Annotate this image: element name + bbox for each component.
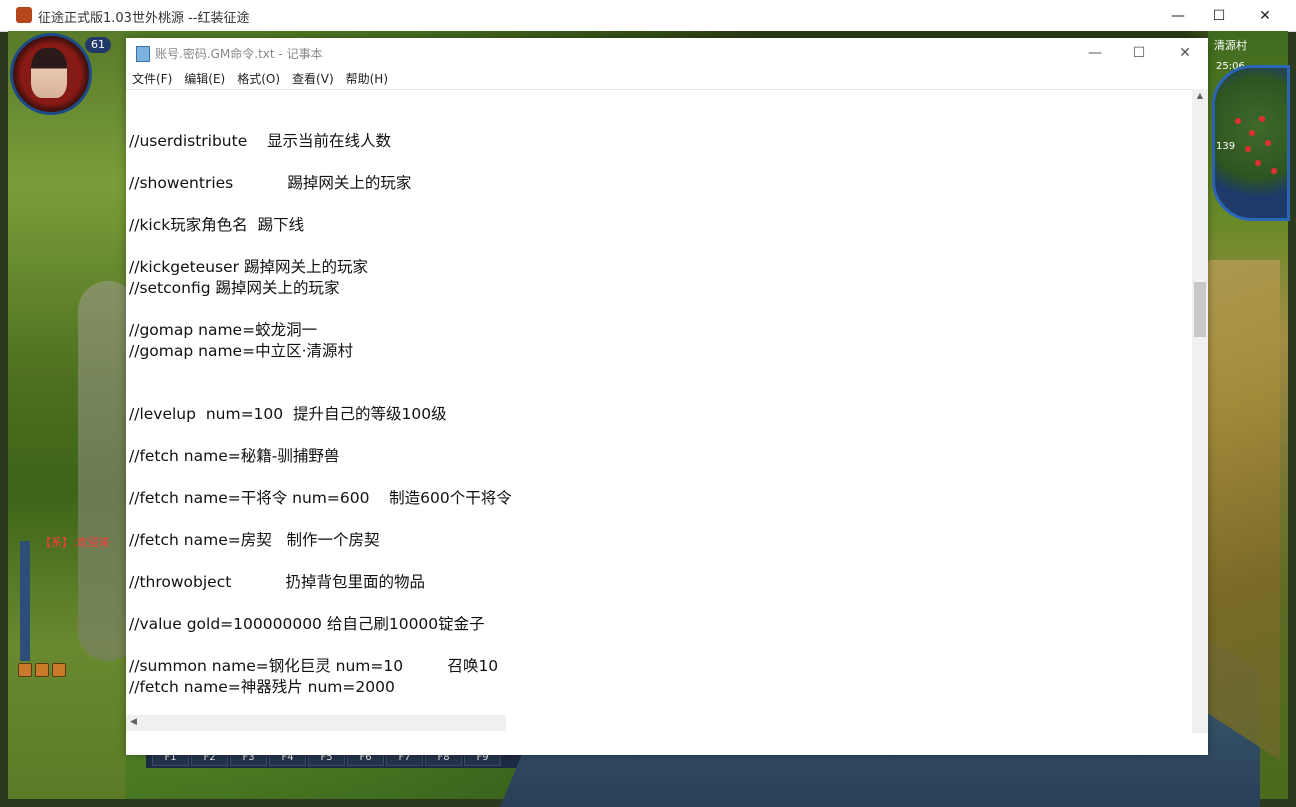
- chat-bubble-icon[interactable]: [52, 663, 66, 677]
- menu-edit[interactable]: 编辑(E): [178, 67, 231, 89]
- notepad-text-area[interactable]: //userdistribute 显示当前在线人数 //showentries …: [126, 89, 1192, 730]
- notepad-title-bar: 账号.密码.GM命令.txt - 记事本 — ☐ ✕: [126, 38, 1208, 67]
- notepad-title: 账号.密码.GM命令.txt - 记事本: [155, 47, 323, 61]
- text-line: [129, 299, 512, 320]
- notepad-minimize-button[interactable]: —: [1072, 38, 1118, 67]
- text-line: //kickgeteuser 踢掉网关上的玩家: [129, 258, 368, 276]
- chat-buttons: [18, 663, 66, 677]
- outer-close-button[interactable]: ✕: [1242, 0, 1288, 31]
- text-line: //fetch name=秘籍-驯捕野兽: [129, 447, 340, 465]
- text-line: [129, 635, 512, 656]
- outer-title-bar: 征途正式版1.03世外桃源 --红装征途 — ☐ ✕: [0, 0, 1296, 32]
- text-line: //fetch name=房契 制作一个房契: [129, 531, 380, 549]
- text-line: [129, 425, 512, 446]
- scroll-left-arrow-icon[interactable]: ◀: [130, 717, 137, 727]
- minimap-marker: [1245, 146, 1251, 152]
- notepad-vertical-scrollbar[interactable]: ▲: [1192, 89, 1208, 733]
- minimap-marker: [1271, 168, 1277, 174]
- menu-format[interactable]: 格式(O): [231, 67, 286, 89]
- menu-file[interactable]: 文件(F): [126, 67, 178, 89]
- text-line: //setconfig 踢掉网关上的玩家: [129, 279, 340, 297]
- text-line: [129, 152, 512, 173]
- text-line: //fetch name=干将令 num=600 制造600个干将令: [129, 489, 512, 507]
- text-line: [129, 110, 512, 131]
- outer-window-title: 征途正式版1.03世外桃源 --红装征途: [38, 11, 250, 26]
- game-app-icon: [16, 7, 32, 23]
- text-line: //levelup num=100 提升自己的等级100级: [129, 405, 447, 423]
- minimap-coordinate: 139: [1216, 141, 1236, 152]
- text-line: //kick玩家角色名 踢下线: [129, 216, 305, 234]
- menu-help[interactable]: 帮助(H): [340, 67, 394, 89]
- outer-maximize-button[interactable]: ☐: [1196, 0, 1242, 31]
- chat-scrollbar[interactable]: [20, 541, 30, 661]
- minimap-marker: [1259, 116, 1265, 122]
- minimap-marker: [1265, 140, 1271, 146]
- notepad-window: 账号.密码.GM命令.txt - 记事本 — ☐ ✕ 文件(F) 编辑(E) 格…: [126, 38, 1208, 755]
- text-line: //value gold=100000000 给自己刷10000锭金子: [129, 615, 485, 633]
- text-line: //gomap name=中立区·清源村: [129, 342, 354, 360]
- notepad-horizontal-scrollbar[interactable]: ◀: [126, 715, 506, 731]
- notepad-maximize-button[interactable]: ☐: [1116, 38, 1162, 67]
- text-line: [129, 362, 512, 383]
- text-line: //userdistribute 显示当前在线人数: [129, 132, 391, 150]
- avatar-portrait: [31, 48, 67, 98]
- outer-minimize-button[interactable]: —: [1155, 0, 1201, 31]
- notepad-close-button[interactable]: ✕: [1162, 38, 1208, 67]
- text-line: [129, 467, 512, 488]
- text-line: //summon name=钢化巨灵 num=10 召唤10: [129, 657, 499, 675]
- text-line: //fetch name=神器残片 num=2000: [129, 678, 395, 696]
- scroll-thumb[interactable]: [1194, 282, 1206, 337]
- notepad-icon: [136, 46, 150, 62]
- text-line: //showentries 踢掉网关上的玩家: [129, 174, 412, 192]
- minimap-marker: [1235, 118, 1241, 124]
- text-line: //throwobject 扔掉背包里面的物品: [129, 573, 425, 591]
- minimap-location-name: 清源村: [1214, 39, 1247, 52]
- text-line: [129, 593, 512, 614]
- player-level-badge: 61: [85, 37, 111, 53]
- menu-view[interactable]: 查看(V): [286, 67, 340, 89]
- chat-scroll-icon[interactable]: [35, 663, 49, 677]
- text-line: //gomap name=蛟龙洞一: [129, 321, 318, 339]
- text-line: [129, 551, 512, 572]
- notepad-text-lines: //userdistribute 显示当前在线人数 //showentries …: [129, 110, 512, 730]
- text-line: [129, 236, 512, 257]
- chat-lock-icon[interactable]: [18, 663, 32, 677]
- system-chat-message: 【系】:欢迎来: [40, 536, 110, 549]
- minimap-marker: [1249, 130, 1255, 136]
- minimap-marker: [1255, 160, 1261, 166]
- scroll-up-arrow-icon[interactable]: ▲: [1196, 91, 1204, 100]
- player-avatar[interactable]: [10, 33, 92, 115]
- text-line: [129, 383, 512, 404]
- text-line: [129, 194, 512, 215]
- text-line: [129, 509, 512, 530]
- notepad-menu-bar: 文件(F) 编辑(E) 格式(O) 查看(V) 帮助(H): [126, 67, 1208, 89]
